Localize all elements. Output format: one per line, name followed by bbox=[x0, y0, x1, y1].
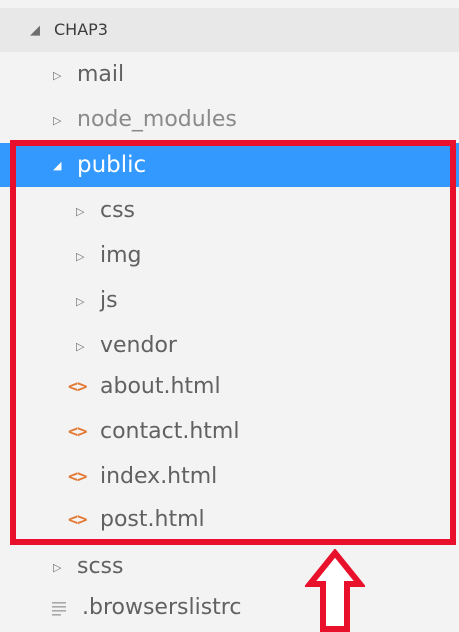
tree-item-label: .browserslistrc bbox=[82, 595, 242, 620]
tree-item-scss[interactable]: ▷ scss bbox=[0, 545, 459, 589]
tree-item-js[interactable]: ▷ js bbox=[0, 279, 459, 323]
collapsed-chevron-icon: ▷ bbox=[53, 560, 62, 574]
expanded-chevron-icon: ◢ bbox=[53, 158, 62, 172]
tree-item-label: mail bbox=[77, 62, 125, 87]
html-file-icon: <> bbox=[68, 377, 87, 397]
tree-item-browserslistrc[interactable]: .browserslistrc bbox=[0, 586, 459, 630]
html-file-icon: <> bbox=[68, 422, 87, 442]
tree-item-label: index.html bbox=[100, 464, 218, 489]
tree-item-label: node_modules bbox=[77, 107, 237, 132]
tree-item-node-modules[interactable]: ▷ node_modules bbox=[0, 98, 459, 142]
html-file-icon: <> bbox=[68, 467, 87, 487]
tree-item-post-html[interactable]: <> post.html bbox=[0, 498, 459, 542]
lines-icon bbox=[52, 600, 82, 616]
tree-item-label: img bbox=[100, 243, 142, 268]
tree-item-index-html[interactable]: <> index.html bbox=[0, 455, 459, 499]
tree-item-mail[interactable]: ▷ mail bbox=[0, 53, 459, 97]
explorer-header-label: CHAP3 bbox=[54, 20, 108, 39]
tree-item-img[interactable]: ▷ img bbox=[0, 234, 459, 278]
tree-item-label: post.html bbox=[100, 507, 205, 532]
tree-item-label: css bbox=[100, 198, 136, 223]
tree-item-label: vendor bbox=[100, 333, 177, 358]
tree-item-vendor[interactable]: ▷ vendor bbox=[0, 324, 459, 368]
collapsed-chevron-icon: ▷ bbox=[76, 249, 85, 263]
file-explorer: ◢ CHAP3 ▷ mail ▷ node_modules ◢ public ▷… bbox=[0, 0, 459, 632]
tree-item-label: contact.html bbox=[100, 419, 240, 444]
collapsed-chevron-icon: ▷ bbox=[53, 113, 62, 127]
expanded-chevron-icon: ◢ bbox=[30, 22, 40, 38]
collapsed-chevron-icon: ▷ bbox=[76, 204, 85, 218]
collapsed-chevron-icon: ▷ bbox=[53, 68, 62, 82]
tree-item-contact-html[interactable]: <> contact.html bbox=[0, 410, 459, 454]
explorer-folder-header-chap3[interactable]: ◢ CHAP3 bbox=[0, 8, 459, 52]
tree-item-about-html[interactable]: <> about.html bbox=[0, 365, 459, 409]
html-file-icon: <> bbox=[68, 510, 87, 530]
tree-item-label: about.html bbox=[100, 374, 221, 399]
tree-item-public[interactable]: ◢ public bbox=[0, 143, 459, 187]
tree-item-label: js bbox=[100, 288, 118, 313]
collapsed-chevron-icon: ▷ bbox=[76, 339, 85, 353]
tree-item-label: public bbox=[77, 151, 147, 178]
tree-item-label: scss bbox=[77, 554, 124, 579]
tree-item-css[interactable]: ▷ css bbox=[0, 189, 459, 233]
collapsed-chevron-icon: ▷ bbox=[76, 294, 85, 308]
